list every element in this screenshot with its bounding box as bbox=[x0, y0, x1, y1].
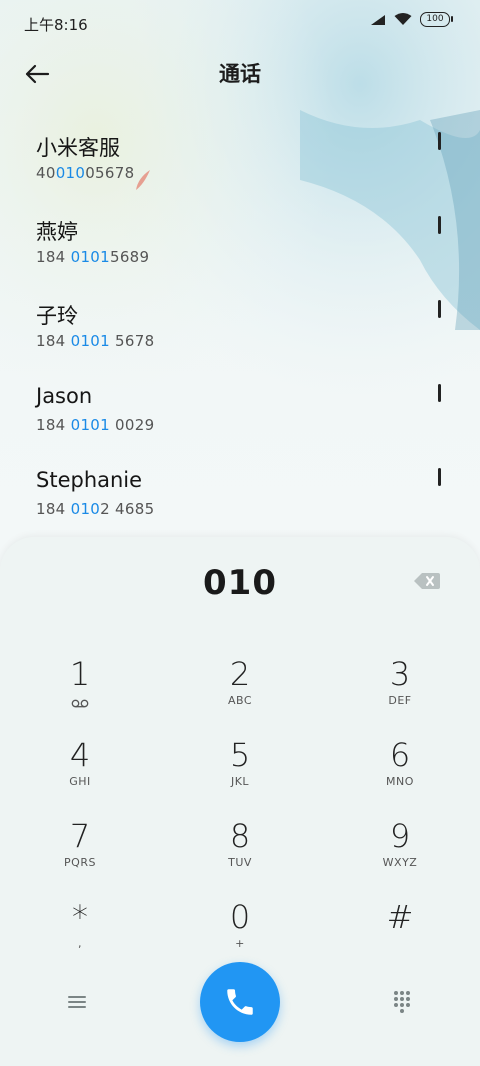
key-digit: 5 bbox=[229, 736, 251, 774]
contact-number: 184 0101 5678 bbox=[36, 332, 155, 350]
key-letters: TUV bbox=[228, 856, 252, 869]
contact-number: 184 0102 4685 bbox=[36, 500, 155, 518]
status-icons: 100 bbox=[370, 12, 453, 27]
contact-item[interactable]: Stephanie 184 0102 4685 bbox=[0, 456, 480, 540]
key-letters: MNO bbox=[386, 775, 414, 788]
key-letters: WXYZ bbox=[382, 856, 418, 869]
contact-number: 184 0101 0029 bbox=[36, 416, 155, 434]
dialed-number[interactable]: 010 bbox=[0, 563, 480, 603]
voicemail-icon bbox=[71, 699, 89, 708]
key-4[interactable]: 4 GHI bbox=[20, 736, 140, 808]
header: 通话 bbox=[0, 44, 480, 102]
contact-item[interactable]: 小米客服 4001005678 bbox=[0, 120, 480, 204]
contact-divider-mark bbox=[438, 384, 441, 402]
dialer-actions bbox=[0, 962, 480, 1042]
key-8[interactable]: 8 TUV bbox=[180, 817, 300, 889]
backspace-icon bbox=[414, 573, 440, 589]
phone-icon bbox=[227, 989, 253, 1015]
key-digit: 2 bbox=[229, 655, 251, 693]
number-match: 010 bbox=[55, 164, 86, 182]
contact-divider-mark bbox=[438, 468, 441, 486]
key-2[interactable]: 2 ABC bbox=[180, 655, 300, 727]
key-hash[interactable]: # bbox=[340, 898, 460, 970]
key-5[interactable]: 5 JKL bbox=[180, 736, 300, 808]
status-time: 上午8:16 bbox=[24, 16, 88, 34]
key-digit: 0 bbox=[229, 898, 251, 936]
number-match: 0101 bbox=[70, 416, 110, 434]
dialpad: 010 1 2 ABC 3 DEF 4 GHI 5 JKL 6 MNO 7 PQ… bbox=[0, 537, 480, 1066]
key-7[interactable]: 7 PQRS bbox=[20, 817, 140, 889]
contact-suggestions: 小米客服 4001005678 燕婷 184 01015689 子玲 184 0… bbox=[0, 120, 480, 540]
key-1[interactable]: 1 bbox=[20, 655, 140, 727]
contact-name: 小米客服 bbox=[36, 136, 120, 160]
contact-number: 184 01015689 bbox=[36, 248, 150, 266]
key-0[interactable]: 0 + bbox=[180, 898, 300, 970]
key-3[interactable]: 3 DEF bbox=[340, 655, 460, 727]
keypad-icon bbox=[394, 991, 410, 1013]
contact-item[interactable]: 燕婷 184 01015689 bbox=[0, 204, 480, 288]
key-6[interactable]: 6 MNO bbox=[340, 736, 460, 808]
key-digit: 1 bbox=[69, 655, 91, 693]
key-digit: * bbox=[72, 898, 88, 936]
menu-icon bbox=[68, 996, 86, 1008]
key-digit: 9 bbox=[389, 817, 411, 855]
key-9[interactable]: 9 WXYZ bbox=[340, 817, 460, 889]
backspace-button[interactable] bbox=[414, 571, 440, 591]
key-letters: DEF bbox=[388, 694, 412, 707]
contact-divider-mark bbox=[438, 132, 441, 150]
key-digit: 6 bbox=[389, 736, 411, 774]
contact-divider-mark bbox=[438, 216, 441, 234]
page-title: 通话 bbox=[219, 62, 261, 86]
key-digit: 3 bbox=[389, 655, 411, 693]
key-letters: JKL bbox=[230, 775, 250, 788]
key-digit: # bbox=[386, 898, 414, 936]
signal-icon bbox=[371, 14, 385, 25]
number-match: 0101 bbox=[70, 248, 110, 266]
contact-number: 4001005678 bbox=[36, 164, 135, 182]
key-digit: 4 bbox=[69, 736, 91, 774]
call-button[interactable] bbox=[200, 962, 280, 1042]
contact-name: 燕婷 bbox=[36, 220, 78, 244]
key-letters: + bbox=[235, 937, 245, 950]
key-letters: , bbox=[78, 937, 82, 950]
battery-icon: 100 bbox=[420, 12, 453, 27]
contact-item[interactable]: 子玲 184 0101 5678 bbox=[0, 288, 480, 372]
keypad-toggle-button[interactable] bbox=[392, 990, 412, 1014]
number-match: 0101 bbox=[70, 332, 110, 350]
wifi-icon bbox=[394, 13, 412, 25]
contact-divider-mark bbox=[438, 300, 441, 318]
key-digit: 7 bbox=[69, 817, 91, 855]
number-match: 010 bbox=[70, 500, 101, 518]
key-letters: ABC bbox=[227, 694, 253, 707]
key-letters: GHI bbox=[69, 775, 91, 788]
contact-item[interactable]: Jason 184 0101 0029 bbox=[0, 372, 480, 456]
contact-name: 子玲 bbox=[36, 304, 78, 328]
key-star[interactable]: * , bbox=[20, 898, 140, 970]
key-letters: PQRS bbox=[64, 856, 96, 869]
contact-name: Stephanie bbox=[36, 468, 143, 492]
contact-name: Jason bbox=[36, 384, 93, 408]
status-bar: 上午8:16 100 bbox=[0, 0, 480, 44]
menu-button[interactable] bbox=[66, 992, 88, 1012]
key-digit: 8 bbox=[229, 817, 251, 855]
